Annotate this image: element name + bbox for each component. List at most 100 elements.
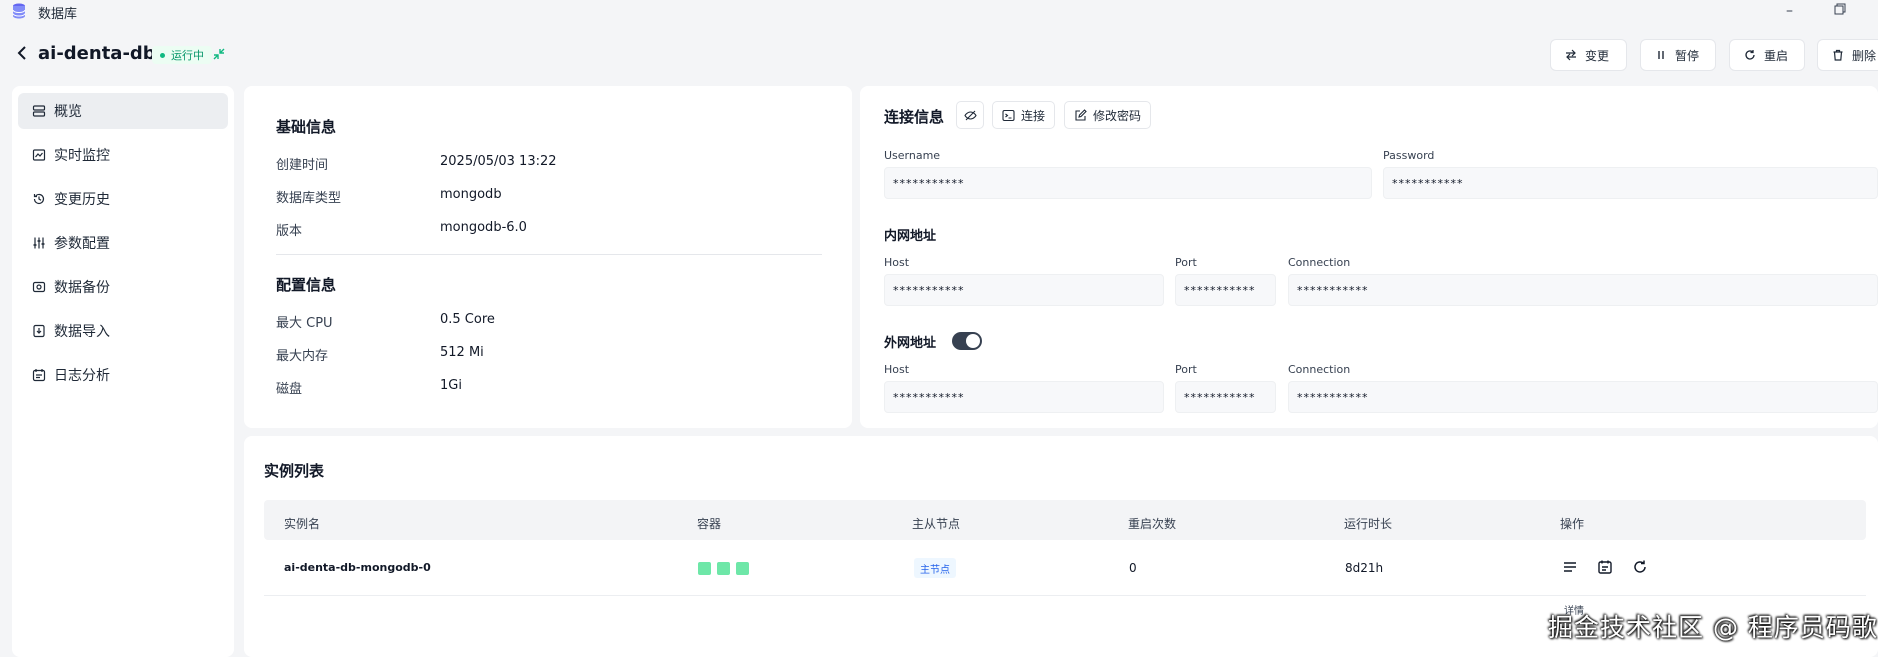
backup-icon bbox=[32, 280, 46, 294]
overview-icon bbox=[32, 104, 46, 118]
connection-info-title: 连接信息 bbox=[884, 108, 945, 126]
disk-label: 磁盘 bbox=[276, 382, 303, 397]
internal-host-label: Host bbox=[884, 256, 910, 269]
uptime: 8d21h bbox=[1345, 561, 1384, 575]
sidebar-item-overview[interactable]: 概览 bbox=[18, 93, 228, 129]
connect-button-label: 连接 bbox=[1021, 108, 1046, 123]
change-password-button[interactable]: 修改密码 bbox=[1064, 101, 1152, 129]
change-password-label: 修改密码 bbox=[1093, 108, 1142, 123]
external-port-label: Port bbox=[1175, 363, 1197, 376]
column-header-uptime: 运行时长 bbox=[1344, 517, 1393, 531]
disk-value: 1Gi bbox=[440, 378, 462, 393]
instance-name: ai-denta-db-mongodb-0 bbox=[284, 561, 431, 574]
eye-off-icon bbox=[964, 109, 977, 122]
external-connection-field[interactable]: *********** bbox=[1288, 381, 1878, 413]
trash-icon bbox=[1832, 49, 1844, 61]
sidebar-item-label: 变更历史 bbox=[54, 192, 110, 208]
change-button[interactable]: 变更 bbox=[1550, 39, 1627, 71]
sidebar-item-monitor[interactable]: 实时监控 bbox=[18, 137, 228, 173]
log-analysis-icon bbox=[32, 368, 46, 382]
toggle-visibility-button[interactable] bbox=[956, 101, 984, 129]
details-icon[interactable] bbox=[1562, 559, 1578, 575]
sidebar-item-label: 日志分析 bbox=[54, 368, 110, 384]
monitor-chart-icon bbox=[32, 148, 46, 162]
sidebar-item-label: 概览 bbox=[54, 104, 82, 120]
restart-instance-icon[interactable] bbox=[1632, 559, 1648, 575]
status-label: 运行中 bbox=[171, 49, 204, 62]
internal-address-title: 内网地址 bbox=[884, 229, 937, 244]
restart-count: 0 bbox=[1129, 561, 1137, 575]
basic-info-title: 基础信息 bbox=[276, 118, 337, 136]
role-tag: 主节点 bbox=[914, 558, 956, 578]
restart-button-label: 重启 bbox=[1764, 48, 1789, 63]
username-field[interactable]: *********** bbox=[884, 167, 1372, 199]
internal-port-field[interactable]: *********** bbox=[1175, 274, 1276, 306]
db-type-value: mongodb bbox=[440, 187, 502, 202]
minimize-button[interactable]: – bbox=[1786, 3, 1793, 19]
status-badge: 运行中 bbox=[152, 46, 212, 64]
external-port-field[interactable]: *********** bbox=[1175, 381, 1276, 413]
back-arrow-icon[interactable] bbox=[16, 45, 28, 61]
max-cpu-label: 最大 CPU bbox=[276, 316, 333, 331]
max-memory-label: 最大内存 bbox=[276, 349, 329, 364]
username-label: Username bbox=[884, 149, 941, 162]
watermark: 掘金技术社区 @ 程序员码歌 bbox=[1548, 613, 1878, 642]
db-type-label: 数据库类型 bbox=[276, 191, 342, 206]
password-field[interactable]: *********** bbox=[1383, 167, 1878, 199]
internal-connection-field[interactable]: *********** bbox=[1288, 274, 1878, 306]
connection-card: 连接信息 连接 修改密码 Username *********** Passwo… bbox=[860, 86, 1878, 428]
sidebar-item-logs[interactable]: 日志分析 bbox=[18, 357, 228, 393]
external-address-title: 外网地址 bbox=[884, 336, 937, 351]
max-memory-value: 512 Mi bbox=[440, 345, 484, 360]
internal-host-field[interactable]: *********** bbox=[884, 274, 1164, 306]
calendar-icon[interactable] bbox=[1597, 559, 1613, 575]
restart-icon bbox=[1744, 49, 1756, 61]
pause-button-label: 暂停 bbox=[1675, 48, 1700, 63]
collapse-arrows-icon[interactable] bbox=[212, 47, 226, 61]
column-header-containers: 容器 bbox=[697, 517, 722, 531]
sidebar-item-label: 参数配置 bbox=[54, 236, 110, 252]
connect-button[interactable]: 连接 bbox=[992, 101, 1056, 129]
database-name-title: ai-denta-db bbox=[38, 43, 156, 64]
history-icon bbox=[32, 192, 46, 206]
column-header-role: 主从节点 bbox=[912, 517, 961, 531]
password-label: Password bbox=[1383, 149, 1435, 162]
external-host-label: Host bbox=[884, 363, 910, 376]
table-row[interactable]: ai-denta-db-mongodb-0 主节点 0 8d21h bbox=[264, 540, 1866, 596]
instances-title: 实例列表 bbox=[264, 462, 325, 480]
version-value: mongodb-6.0 bbox=[440, 220, 527, 235]
divider bbox=[276, 254, 822, 255]
external-connection-label: Connection bbox=[1288, 363, 1351, 376]
internal-connection-label: Connection bbox=[1288, 256, 1351, 269]
restore-window-button[interactable] bbox=[1834, 3, 1846, 15]
database-icon bbox=[12, 3, 26, 19]
delete-button-label: 删除 bbox=[1852, 48, 1877, 63]
restart-button[interactable]: 重启 bbox=[1729, 39, 1805, 71]
sidebar-item-label: 数据导入 bbox=[54, 324, 110, 340]
sidebar-item-history[interactable]: 变更历史 bbox=[18, 181, 228, 217]
container-status-indicator bbox=[717, 562, 730, 575]
swap-arrows-icon bbox=[1565, 49, 1577, 61]
pause-icon bbox=[1655, 49, 1667, 61]
max-cpu-value: 0.5 Core bbox=[440, 312, 495, 327]
column-header-actions: 操作 bbox=[1560, 517, 1585, 531]
import-icon bbox=[32, 324, 46, 338]
config-info-title: 配置信息 bbox=[276, 276, 337, 294]
sidebar-item-params[interactable]: 参数配置 bbox=[18, 225, 228, 261]
external-address-toggle[interactable] bbox=[952, 332, 982, 350]
internal-port-label: Port bbox=[1175, 256, 1197, 269]
pause-button[interactable]: 暂停 bbox=[1640, 39, 1716, 71]
column-header-restarts: 重启次数 bbox=[1128, 517, 1177, 531]
sidebar-item-label: 数据备份 bbox=[54, 280, 110, 296]
app-title: 数据库 bbox=[38, 7, 78, 22]
container-status-indicator bbox=[698, 562, 711, 575]
created-time-label: 创建时间 bbox=[276, 158, 329, 173]
basic-info-card: 基础信息 创建时间 2025/05/03 13:22 数据库类型 mongodb… bbox=[244, 86, 852, 428]
sidebar-item-backup[interactable]: 数据备份 bbox=[18, 269, 228, 305]
external-host-field[interactable]: *********** bbox=[884, 381, 1164, 413]
sidebar-item-import[interactable]: 数据导入 bbox=[18, 313, 228, 349]
title-bar bbox=[0, 0, 1878, 22]
table-header: 实例名 容器 主从节点 重启次数 运行时长 操作 bbox=[264, 500, 1866, 540]
change-button-label: 变更 bbox=[1585, 48, 1610, 63]
delete-button[interactable]: 删除 bbox=[1817, 39, 1878, 71]
